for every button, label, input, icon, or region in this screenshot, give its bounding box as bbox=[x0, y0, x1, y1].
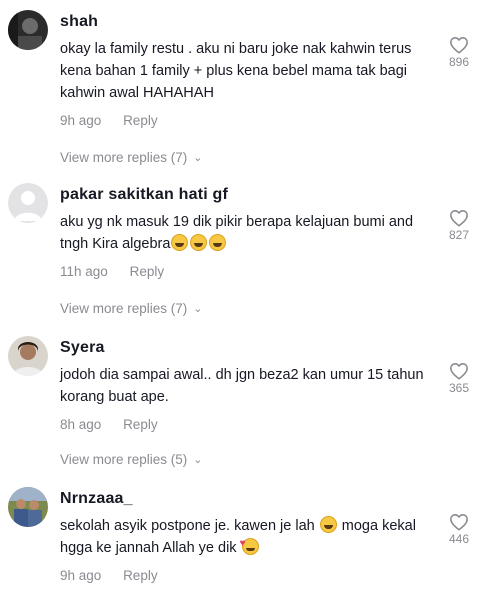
comment-text-content: aku yg nk masuk 19 dik pikir berapa kela… bbox=[60, 214, 414, 252]
avatar[interactable] bbox=[8, 336, 48, 376]
view-replies-label: View more replies (7) bbox=[60, 301, 188, 316]
heart-outline-icon bbox=[450, 210, 468, 227]
avatar[interactable] bbox=[8, 10, 48, 50]
view-more-replies-button[interactable]: View more replies (7) ⌄ bbox=[60, 149, 203, 167]
timestamp: 11h ago bbox=[60, 264, 108, 279]
comment-text: okay la family restu . aku ni baru joke … bbox=[60, 41, 412, 101]
username[interactable]: Nrnzaaa_ bbox=[60, 489, 430, 509]
like-count: 896 bbox=[448, 55, 470, 69]
heart-outline-icon bbox=[450, 514, 468, 531]
username[interactable]: Syera bbox=[60, 338, 430, 358]
grinning-sweat-emoji bbox=[171, 234, 189, 251]
reply-button[interactable]: Reply bbox=[130, 264, 165, 279]
view-replies-label: View more replies (7) bbox=[60, 150, 188, 165]
username[interactable]: shah bbox=[60, 12, 430, 32]
like-count: 446 bbox=[448, 532, 470, 546]
grinning-sweat-emoji bbox=[319, 516, 337, 533]
grinning-sweat-emoji bbox=[209, 234, 227, 251]
grinning-sweat-emoji bbox=[190, 234, 208, 251]
smiling-hearts-emoji bbox=[240, 533, 259, 555]
heart-outline-icon bbox=[450, 37, 468, 54]
avatar[interactable] bbox=[8, 183, 48, 223]
view-more-replies-button[interactable]: View more replies (7) ⌄ bbox=[60, 300, 203, 318]
like-button[interactable]: 827 bbox=[444, 209, 474, 242]
view-replies-label: View more replies (5) bbox=[60, 452, 188, 467]
like-button[interactable]: 446 bbox=[444, 513, 474, 546]
comment-text: sekolah asyik postpone je. kawen je lah … bbox=[60, 515, 430, 559]
view-more-replies-button[interactable]: View more replies (5) ⌄ bbox=[60, 451, 203, 469]
like-button[interactable]: 365 bbox=[444, 362, 474, 395]
heart-outline-icon bbox=[450, 363, 468, 380]
chevron-down-icon: ⌄ bbox=[193, 303, 203, 315]
reply-button[interactable]: Reply bbox=[123, 568, 158, 583]
chevron-down-icon: ⌄ bbox=[193, 454, 203, 466]
like-count: 827 bbox=[448, 228, 470, 242]
chevron-down-icon: ⌄ bbox=[193, 152, 203, 164]
reply-button[interactable]: Reply bbox=[123, 417, 158, 432]
comment-text: jodoh dia sampai awal.. dh jgn beza2 kan… bbox=[60, 367, 424, 405]
timestamp: 9h ago bbox=[60, 568, 102, 583]
comment-text: aku yg nk masuk 19 dik pikir berapa kela… bbox=[60, 211, 430, 255]
like-count: 365 bbox=[448, 381, 470, 395]
reply-button[interactable]: Reply bbox=[123, 113, 158, 128]
like-button[interactable]: 896 bbox=[444, 36, 474, 69]
comment-text-content: sekolah asyik postpone je. kawen je lah bbox=[60, 518, 315, 534]
username[interactable]: pakar sakitkan hati gf bbox=[60, 185, 430, 205]
timestamp: 9h ago bbox=[60, 113, 102, 128]
avatar[interactable] bbox=[8, 487, 48, 527]
timestamp: 8h ago bbox=[60, 417, 102, 432]
